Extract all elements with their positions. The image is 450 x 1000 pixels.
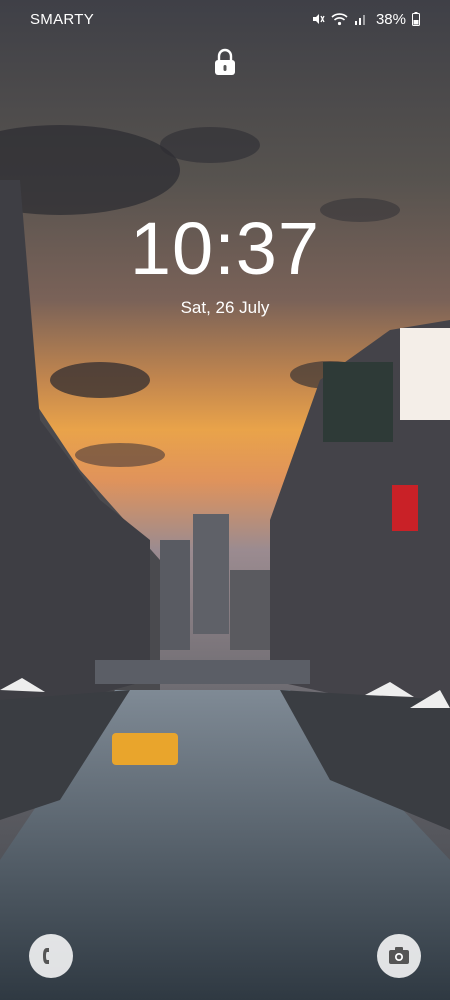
status-icons: 38% (311, 11, 420, 28)
phone-icon (43, 948, 49, 964)
lock-clock: 10:37 (129, 207, 321, 290)
signal-icon (354, 15, 365, 25)
lock-date: Sat, 26 July (180, 298, 270, 317)
battery-percent: 38% (375, 10, 406, 28)
carrier-name: SMARTY (30, 10, 95, 28)
wifi-icon (331, 13, 348, 26)
mute-icon (312, 14, 325, 24)
camera-icon (389, 947, 409, 964)
camera-shortcut-button[interactable] (377, 934, 421, 978)
wallpaper-image (0, 0, 450, 1000)
phone-shortcut-button[interactable] (29, 934, 73, 978)
lock-screen: SMARTY 38% 10:37 Sat, 26 July (0, 0, 450, 1000)
status-bar: SMARTY 38% (0, 0, 450, 38)
lock-icon (215, 48, 235, 75)
battery-icon (412, 12, 420, 26)
